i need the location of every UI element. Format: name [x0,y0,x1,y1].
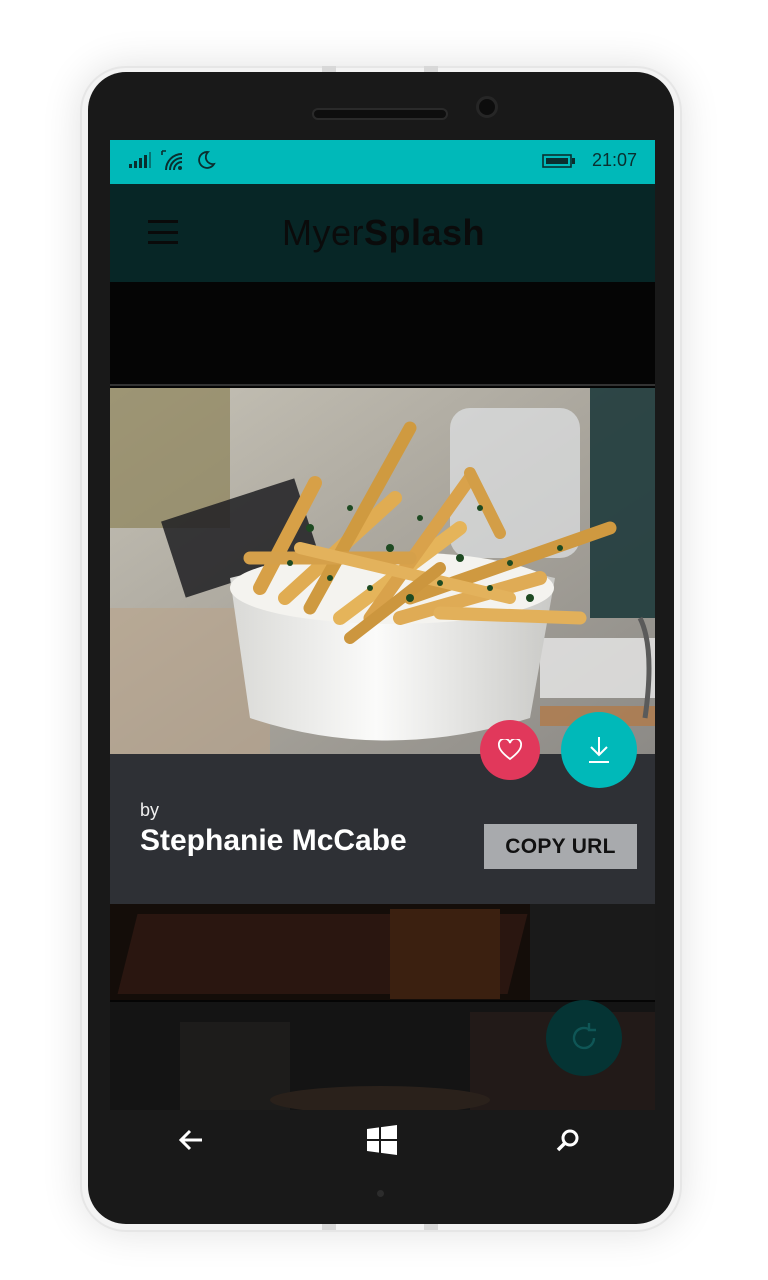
start-button[interactable] [362,1122,402,1158]
heart-icon [498,739,522,761]
signal-icon [129,152,151,168]
photo-placeholder [110,282,655,386]
windows-logo-icon [367,1125,397,1155]
back-arrow-icon [178,1129,202,1151]
quiet-hours-icon [198,151,216,169]
menu-line [148,241,178,244]
menu-line [148,220,178,223]
like-button[interactable] [480,720,540,780]
photo-image [110,904,655,1000]
search-icon [556,1129,579,1152]
search-button[interactable] [548,1122,588,1158]
download-icon [589,737,609,763]
refresh-icon [572,1023,596,1050]
battery-icon [542,153,575,168]
author-name: Stephanie McCabe [140,824,407,857]
photo-image [110,388,655,754]
earpiece-speaker [312,108,448,120]
status-clock: 21:07 [591,150,637,170]
app-title-part2: Splash [364,212,486,253]
frame-notch [322,1224,336,1230]
status-bar: 21:07 [110,140,655,184]
app-header: MyerSplash [110,184,655,282]
photo-card-dimmed[interactable] [110,904,655,1000]
wifi-icon [161,150,183,171]
app-title: MyerSplash [282,212,485,254]
by-label: by [140,800,160,820]
menu-button[interactable] [148,220,178,244]
back-button[interactable] [171,1122,211,1158]
photo-fries[interactable] [110,388,655,754]
microphone [377,1190,384,1197]
refresh-button[interactable] [546,1000,622,1076]
menu-line [148,230,178,234]
front-camera [476,96,498,118]
app-screen: 21:07 MyerSplash by Stephanie McCabe COP… [110,140,655,1110]
download-button[interactable] [561,712,637,788]
frame-notch [424,1224,438,1230]
app-title-part1: Myer [282,212,364,253]
navigation-bar [110,1110,655,1170]
copy-url-button[interactable]: COPY URL [484,824,637,869]
